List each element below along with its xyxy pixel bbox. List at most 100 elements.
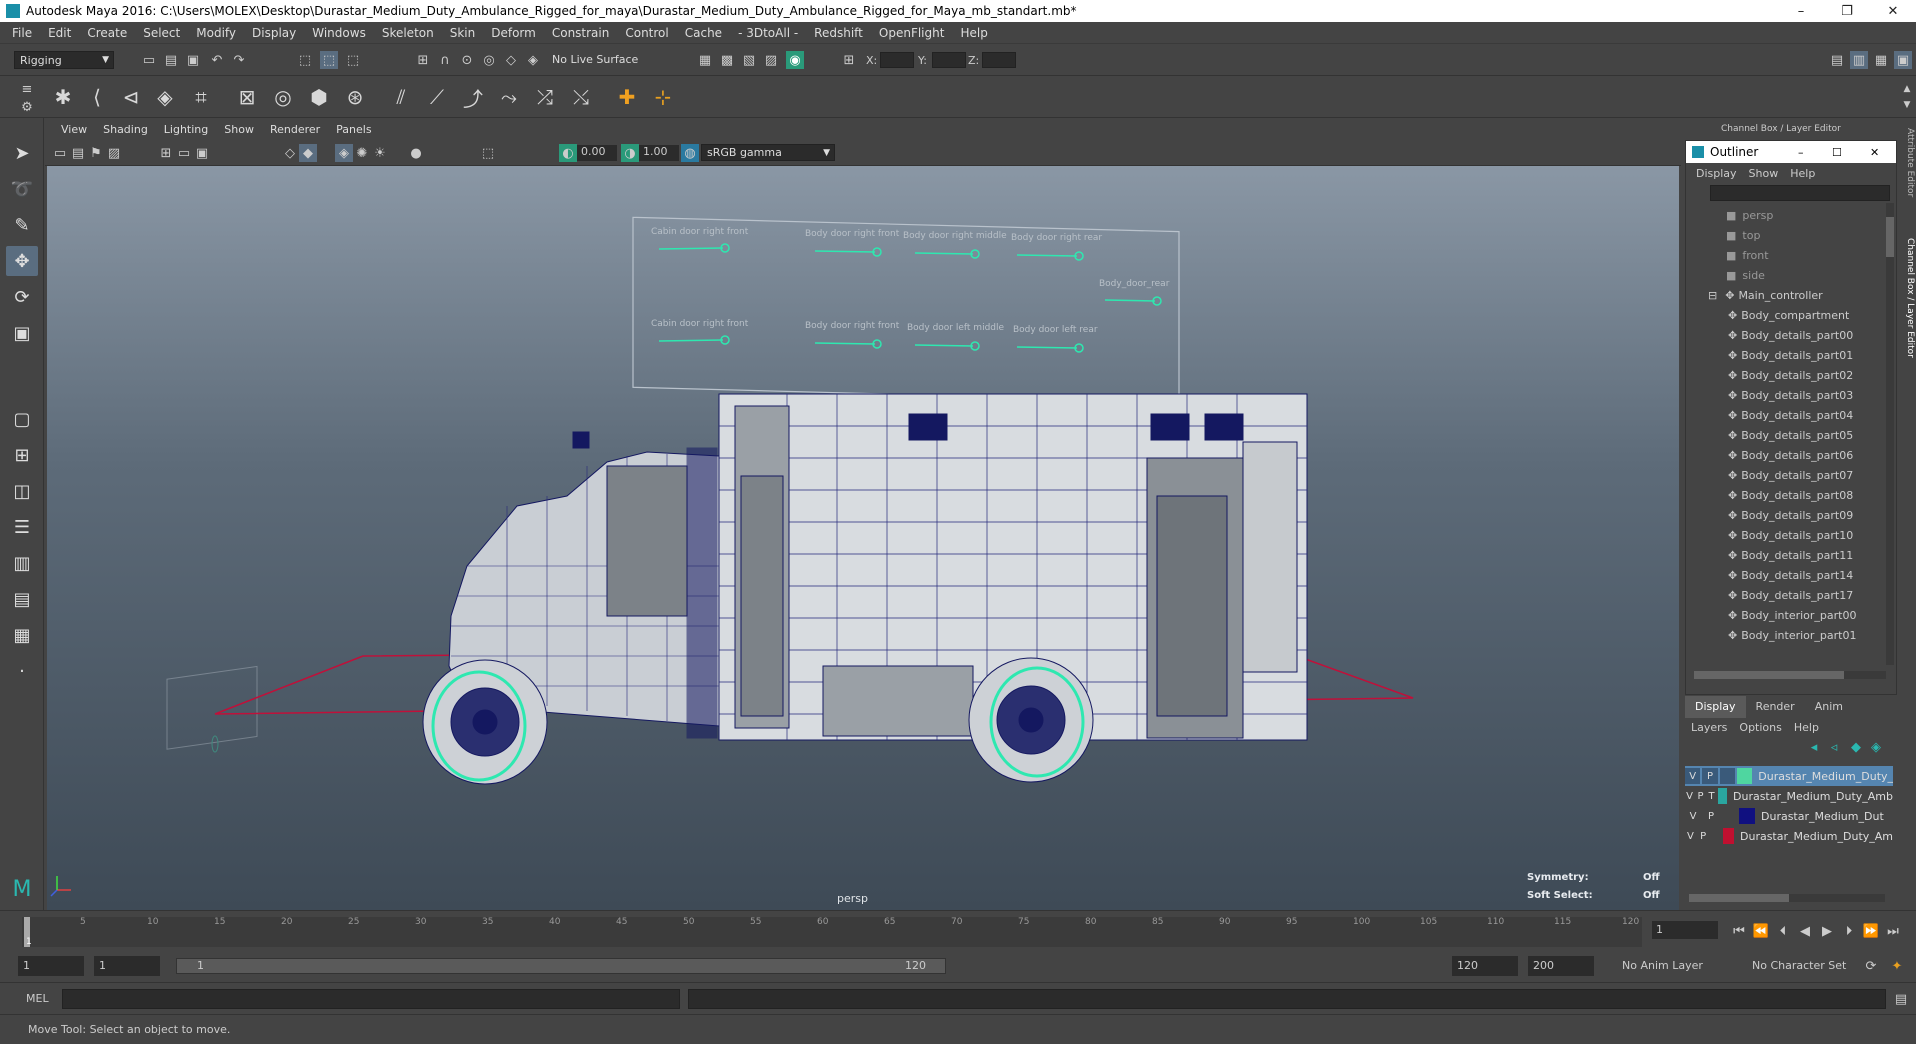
paint-select-icon[interactable]: ✎ [6, 210, 38, 240]
go-to-start-icon[interactable]: ⏮ [1730, 922, 1748, 940]
live-surface-field[interactable]: No Live Surface [552, 53, 646, 69]
layer-color-swatch[interactable] [1739, 808, 1755, 824]
menu-skeleton[interactable]: Skeleton [374, 26, 442, 40]
viewport-scene[interactable]: Cabin door right front Body door right f… [47, 166, 1679, 910]
outliner-child-5[interactable]: ✥ Body_details_part04 [1686, 405, 1886, 425]
vp-menu-shading[interactable]: Shading [95, 123, 156, 136]
graph-layout-icon[interactable]: ▥ [6, 548, 38, 578]
new-layer-selected-icon[interactable]: ◈ [1867, 738, 1885, 756]
save-scene-icon[interactable]: ▣ [184, 51, 202, 69]
lights-icon[interactable]: ☀ [371, 144, 389, 162]
outliner-maximize-icon[interactable]: ☐ [1832, 146, 1842, 159]
select-tool-icon[interactable]: ➤ [6, 138, 38, 168]
time-slider[interactable]: 1 5 10 15 20 25 30 35 40 45 50 55 60 65 … [0, 910, 1916, 950]
minimize-button[interactable]: – [1778, 0, 1824, 22]
x-field[interactable] [880, 52, 914, 68]
outliner-search-input[interactable] [1710, 185, 1890, 201]
tab-render[interactable]: Render [1746, 696, 1805, 718]
layer-type-toggle[interactable]: T [1707, 788, 1716, 804]
snap-surface-icon[interactable]: ◇ [502, 51, 520, 69]
command-language-label[interactable]: MEL [26, 992, 49, 1005]
menu-modify[interactable]: Modify [188, 26, 244, 40]
mode-dropdown[interactable]: Rigging ▼ [14, 51, 114, 69]
menu-windows[interactable]: Windows [304, 26, 374, 40]
menu-control[interactable]: Control [617, 26, 676, 40]
color-space-dropdown[interactable]: sRGB gamma ▼ [701, 144, 835, 161]
modeling-toolkit-icon[interactable]: ▤ [1828, 51, 1846, 69]
outliner-child-11[interactable]: ✥ Body_details_part10 [1686, 525, 1886, 545]
outliner-menu-display[interactable]: Display [1690, 167, 1743, 180]
layer-visibility-toggle[interactable]: V [1685, 788, 1694, 804]
scale-tool-icon[interactable]: ▣ [6, 318, 38, 348]
xray-icon[interactable]: ✺ [353, 144, 371, 162]
menu-redshift[interactable]: Redshift [806, 26, 871, 40]
menu-deform[interactable]: Deform [483, 26, 544, 40]
vp-menu-panels[interactable]: Panels [328, 123, 379, 136]
snap-point-icon[interactable]: ⊙ [458, 51, 476, 69]
outliner-child-4[interactable]: ✥ Body_details_part03 [1686, 385, 1886, 405]
menu-3dtoall[interactable]: - 3DtoAll - [730, 26, 806, 40]
menu-openflight[interactable]: OpenFlight [871, 26, 953, 40]
outliner-child-6[interactable]: ✥ Body_details_part05 [1686, 425, 1886, 445]
undo-icon[interactable]: ↶ [208, 51, 226, 69]
exposure-field[interactable]: 0.00 [577, 145, 617, 161]
layer-move-up-icon[interactable]: ◂ [1805, 738, 1823, 756]
outliner-layout-icon[interactable]: ☰ [6, 512, 38, 542]
insert-joint-icon[interactable]: ⟨ [82, 82, 112, 112]
3d-viewport[interactable]: Cabin door right front Body door right f… [47, 166, 1679, 910]
open-scene-icon[interactable]: ▤ [162, 51, 180, 69]
redo-icon[interactable]: ↷ [230, 51, 248, 69]
step-back-icon[interactable]: ⏪ [1752, 922, 1770, 940]
paint-weights-icon[interactable]: ⟋ [422, 82, 452, 112]
layer-visibility-toggle[interactable]: V [1685, 808, 1701, 824]
outliner-child-0[interactable]: ✥ Body_compartment [1686, 305, 1886, 325]
time-ruler[interactable] [22, 917, 1642, 947]
layer-playback-toggle[interactable]: P [1696, 788, 1705, 804]
single-view-icon[interactable]: ▢ [6, 404, 38, 434]
step-forward-icon[interactable]: ⏩ [1862, 922, 1880, 940]
select-object-icon[interactable]: ⬚ [320, 51, 338, 69]
attribute-editor-icon[interactable]: ▥ [1850, 51, 1868, 69]
layer-row-0[interactable]: V P Durastar_Medium_Duty_ [1685, 766, 1893, 786]
menu-file[interactable]: File [4, 26, 40, 40]
y-field[interactable] [932, 52, 966, 68]
side-tab-attribute-editor[interactable]: Attribute Editor [1901, 128, 1915, 228]
camera-select-icon[interactable]: ▭ [51, 144, 69, 162]
close-button[interactable]: ✕ [1870, 0, 1916, 22]
outliner-item-front[interactable]: ■ front [1686, 245, 1886, 265]
play-forward-icon[interactable]: ▶ [1818, 922, 1836, 940]
hypershade-icon[interactable]: ◉ [786, 51, 804, 69]
character-set-dropdown[interactable]: No Character Set [1752, 959, 1862, 977]
transform-mode-icon[interactable]: ⊞ [840, 51, 858, 69]
exposure-icon[interactable]: ◐ [559, 144, 577, 162]
orient-constraint-icon[interactable]: ⤮ [530, 82, 560, 112]
render-frame-icon[interactable]: ▩ [718, 51, 736, 69]
range-end-field[interactable]: 120 [1452, 956, 1518, 976]
layer-menu-options[interactable]: Options [1733, 721, 1787, 734]
four-view-icon[interactable]: ⊞ [6, 440, 38, 470]
wrap-icon[interactable]: ⊛ [340, 82, 370, 112]
color-management-icon[interactable]: ◍ [681, 144, 699, 162]
shelf-menu-icon[interactable]: ≡ [18, 80, 36, 98]
side-tab-channel-box[interactable]: Channel Box / Layer Editor [1901, 238, 1915, 388]
outliner-item-side[interactable]: ■ side [1686, 265, 1886, 285]
tab-anim[interactable]: Anim [1805, 696, 1853, 718]
point-constraint-icon[interactable]: ⤳ [494, 82, 524, 112]
camera-attr-icon[interactable]: ▤ [69, 144, 87, 162]
outliner-child-2[interactable]: ✥ Body_details_part01 [1686, 345, 1886, 365]
shadows-icon[interactable]: ● [407, 144, 425, 162]
joint-tool-icon[interactable]: ✱ [48, 82, 78, 112]
menu-skin[interactable]: Skin [442, 26, 484, 40]
vp-menu-show[interactable]: Show [216, 123, 262, 136]
step-back-key-icon[interactable]: ⏴ [1774, 922, 1792, 940]
outliner-child-1[interactable]: ✥ Body_details_part00 [1686, 325, 1886, 345]
snap-view-icon[interactable]: ◎ [480, 51, 498, 69]
layer-row-3[interactable]: V P Durastar_Medium_Duty_Am [1685, 826, 1893, 846]
lattice-icon[interactable]: ⊠ [232, 82, 262, 112]
layer-menu-layers[interactable]: Layers [1685, 721, 1733, 734]
outliner-child-12[interactable]: ✥ Body_details_part11 [1686, 545, 1886, 565]
locator-icon[interactable]: ✚ [612, 82, 642, 112]
menu-edit[interactable]: Edit [40, 26, 79, 40]
move-tool-icon[interactable]: ✥ [6, 246, 38, 276]
layer-playback-toggle[interactable]: P [1698, 828, 1709, 844]
